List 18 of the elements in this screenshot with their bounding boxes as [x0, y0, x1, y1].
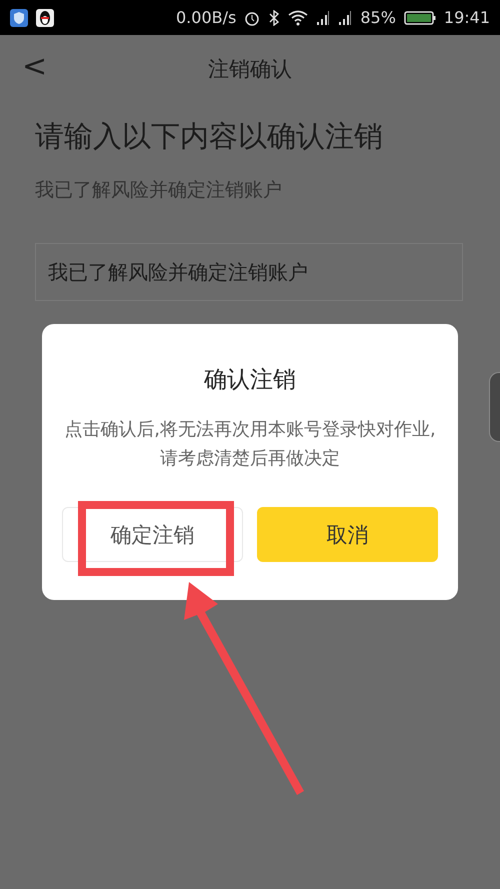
clock-time: 19:41 [444, 8, 490, 27]
dialog-message: 点击确认后,将无法再次用本账号登录快对作业,请考虑清楚后再做决定 [63, 418, 437, 471]
dialog-title: 确认注销 [204, 366, 296, 395]
penguin-icon [36, 8, 54, 26]
alarm-icon [244, 10, 260, 26]
shield-icon [10, 8, 28, 26]
confirmation-phrase: 我已了解风险并确定注销账户 [35, 178, 282, 203]
battery-icon [404, 10, 436, 26]
side-handle[interactable] [489, 372, 500, 442]
signal-icon [338, 10, 352, 26]
cancel-button[interactable]: 取消 [257, 507, 438, 562]
bluetooth-icon [268, 10, 280, 26]
signal-icon [316, 10, 330, 26]
page-title: 注销确认 [208, 56, 292, 83]
instruction-heading: 请输入以下内容以确认注销 [35, 118, 383, 155]
battery-percent: 85% [360, 8, 396, 27]
wifi-icon [288, 10, 308, 26]
network-speed: 0.00B/s [176, 8, 236, 27]
